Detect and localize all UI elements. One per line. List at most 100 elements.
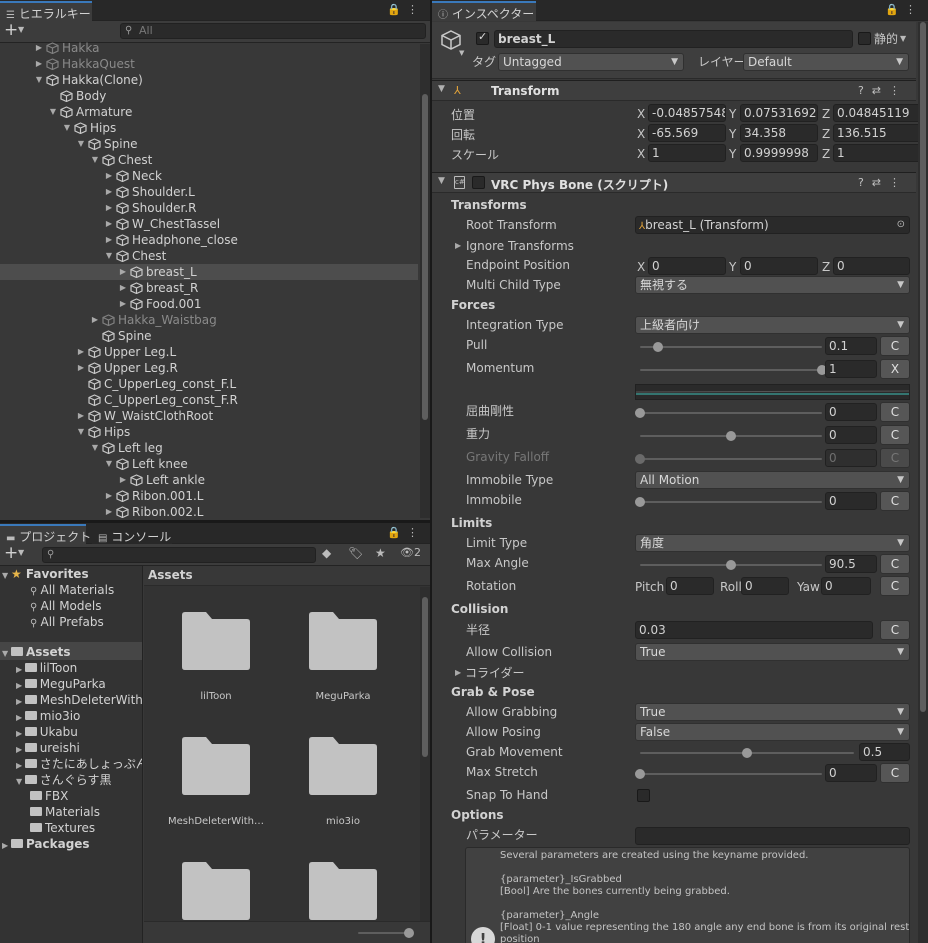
hierarchy-row[interactable]: ▶ Shoulder.L <box>0 184 418 200</box>
limit-type-dropdown[interactable]: 角度 ▼ <box>635 534 910 552</box>
momentum-curve-button[interactable]: X <box>880 359 910 379</box>
hierarchy-row[interactable]: ▶ Ribon.001.L <box>0 488 418 504</box>
hierarchy-row[interactable]: ▶ Headphone_close <box>0 232 418 248</box>
transform-header[interactable]: ▼ ⅄ Transform ?⇄⋮ <box>432 80 916 101</box>
favorites-group[interactable]: ▼ ★ Favorites <box>2 566 89 582</box>
expand-down-icon[interactable]: ▼ <box>16 777 25 786</box>
expand-right-icon[interactable]: ▶ <box>104 216 114 232</box>
max-stretch-slider[interactable] <box>635 769 822 779</box>
hierarchy-row[interactable]: ▶ Hakka_Waistbag <box>0 312 418 328</box>
breadcrumb-assets[interactable]: Assets <box>148 568 193 582</box>
max-stretch-value-field[interactable]: 0 <box>825 764 877 782</box>
expand-right-icon[interactable]: ▶ <box>16 713 25 722</box>
hierarchy-row[interactable]: Spine <box>0 328 418 344</box>
asset-folder[interactable]: ▶ ureishi <box>16 740 80 756</box>
hierarchy-row[interactable]: ▶ W_ChestTassel <box>0 216 418 232</box>
hierarchy-row[interactable]: ▼ Hakka(Clone) <box>0 72 418 88</box>
limit-pitch-field[interactable]: 0 <box>666 577 714 595</box>
asset-folder[interactable]: ▶ さたにあしょっぷんぐ <box>16 756 142 772</box>
rotation-y-field[interactable]: 34.358 <box>740 124 818 142</box>
hierarchy-row[interactable]: ▶ breast_R <box>0 280 418 296</box>
momentum-slider[interactable] <box>640 365 827 375</box>
parameter-field[interactable] <box>635 827 910 845</box>
expand-right-icon[interactable]: ▶ <box>90 312 100 328</box>
static-dropdown-icon[interactable]: ▼ <box>900 34 906 43</box>
stiffness-curve-button[interactable]: C <box>880 402 910 422</box>
hierarchy-row[interactable]: ▶ Hakka <box>0 40 418 56</box>
hierarchy-row[interactable]: ▼ Chest <box>0 248 418 264</box>
scale-x-field[interactable]: 1 <box>648 144 726 162</box>
icon-dropdown-icon[interactable]: ▼ <box>459 49 464 57</box>
max-stretch-slider-knob[interactable] <box>635 769 645 779</box>
tab-inspector[interactable]: ⓘ インスペクター <box>432 1 536 21</box>
help-icon[interactable]: ? <box>858 84 872 97</box>
preset-icon[interactable]: ⇄ <box>872 84 889 97</box>
physbone-header[interactable]: ▼ c# VRC Phys Bone (スクリプト) ?⇄⋮ <box>432 172 916 193</box>
expand-down-icon[interactable]: ▼ <box>2 649 11 658</box>
expand-right-icon[interactable]: ▶ <box>34 56 44 72</box>
expand-right-icon[interactable]: ▶ <box>118 472 128 488</box>
max-angle-curve-button[interactable]: C <box>880 554 910 574</box>
hierarchy-scrollbar[interactable] <box>420 44 430 518</box>
expand-right-icon[interactable]: ▶ <box>104 232 114 248</box>
tab-project[interactable]: ▬ プロジェクト <box>0 524 91 544</box>
expand-right-icon[interactable]: ▶ <box>104 184 114 200</box>
pull-slider[interactable] <box>640 342 822 352</box>
expand-right-icon[interactable]: ▶ <box>34 40 44 56</box>
immobile-type-dropdown[interactable]: All Motion ▼ <box>635 471 910 489</box>
expand-right-icon[interactable]: ▶ <box>16 761 25 770</box>
static-checkbox[interactable] <box>858 32 871 45</box>
gravity-slider[interactable] <box>640 431 822 441</box>
asset-scroll-thumb[interactable] <box>422 597 428 757</box>
expand-right-icon[interactable]: ▶ <box>104 488 114 504</box>
help-icon[interactable]: ? <box>858 176 872 189</box>
expand-down-icon[interactable]: ▼ <box>2 571 11 580</box>
position-y-field[interactable]: 0.07531692 <box>740 104 818 122</box>
hierarchy-row[interactable]: ▼ Hips <box>0 424 418 440</box>
expand-right-icon[interactable]: ▶ <box>104 200 114 216</box>
momentum-curve-field[interactable] <box>635 384 910 400</box>
hierarchy-row[interactable]: ▼ Left leg <box>0 440 418 456</box>
hierarchy-row[interactable]: ▶ W_WaistClothRoot <box>0 408 418 424</box>
asset-folder[interactable]: ▶ MeshDeleterWith <box>16 692 142 708</box>
folder-icon[interactable] <box>180 611 252 671</box>
asset-scrollbar[interactable] <box>420 587 430 921</box>
rotation-z-field[interactable]: 136.515 <box>833 124 921 142</box>
endpoint-x-field[interactable]: 0 <box>648 257 726 275</box>
filter-by-label-icon[interactable]: 🏷 <box>348 546 363 560</box>
assets-root[interactable]: ▼ Assets <box>2 644 71 660</box>
expand-right-icon[interactable]: ▶ <box>76 360 86 376</box>
hierarchy-row[interactable]: ▼ Hips <box>0 120 418 136</box>
icon-size-knob[interactable] <box>404 928 414 938</box>
gravity-slider-knob[interactable] <box>726 431 736 441</box>
expand-down-icon[interactable]: ▼ <box>76 424 86 440</box>
momentum-value-field[interactable]: 1 <box>825 360 877 378</box>
asset-folder[interactable]: ▶ lilToon <box>16 660 77 676</box>
expand-down-icon[interactable]: ▼ <box>104 248 114 264</box>
project-search-input[interactable]: ⚲ <box>42 547 316 563</box>
hierarchy-row[interactable]: ▶ Ribon.002.L <box>0 504 418 520</box>
hierarchy-row[interactable]: ▼ Spine <box>0 136 418 152</box>
tag-dropdown[interactable]: Untagged ▼ <box>498 53 684 71</box>
endpoint-z-field[interactable]: 0 <box>833 257 910 275</box>
favorite-item[interactable]: ⚲ All Models <box>30 598 102 614</box>
expand-right-icon[interactable]: ▶ <box>16 697 25 706</box>
icon-size-slider[interactable] <box>358 928 414 938</box>
favorite-item[interactable]: ⚲ All Prefabs <box>30 614 104 630</box>
expand-down-icon[interactable]: ▼ <box>90 152 100 168</box>
multi-child-dropdown[interactable]: 無視する ▼ <box>635 276 910 294</box>
favorite-item[interactable]: ⚲ All Materials <box>30 582 114 598</box>
expand-down-icon[interactable]: ▼ <box>62 120 72 136</box>
gravity-value-field[interactable]: 0 <box>825 426 877 444</box>
expand-right-icon[interactable]: ▶ <box>104 504 114 520</box>
asset-folder[interactable]: Textures <box>30 820 95 836</box>
rotation-curve-button[interactable]: C <box>880 576 910 596</box>
folder-icon[interactable] <box>180 736 252 796</box>
lock-icon[interactable]: 🔒 <box>387 3 407 16</box>
add-dropdown-icon[interactable]: ▼ <box>18 25 24 34</box>
max-angle-slider[interactable] <box>640 560 822 570</box>
expand-down-icon[interactable]: ▼ <box>34 72 44 88</box>
preset-icon[interactable]: ⇄ <box>872 176 889 189</box>
expand-right-icon[interactable]: ▶ <box>76 344 86 360</box>
radius-curve-button[interactable]: C <box>880 620 910 640</box>
